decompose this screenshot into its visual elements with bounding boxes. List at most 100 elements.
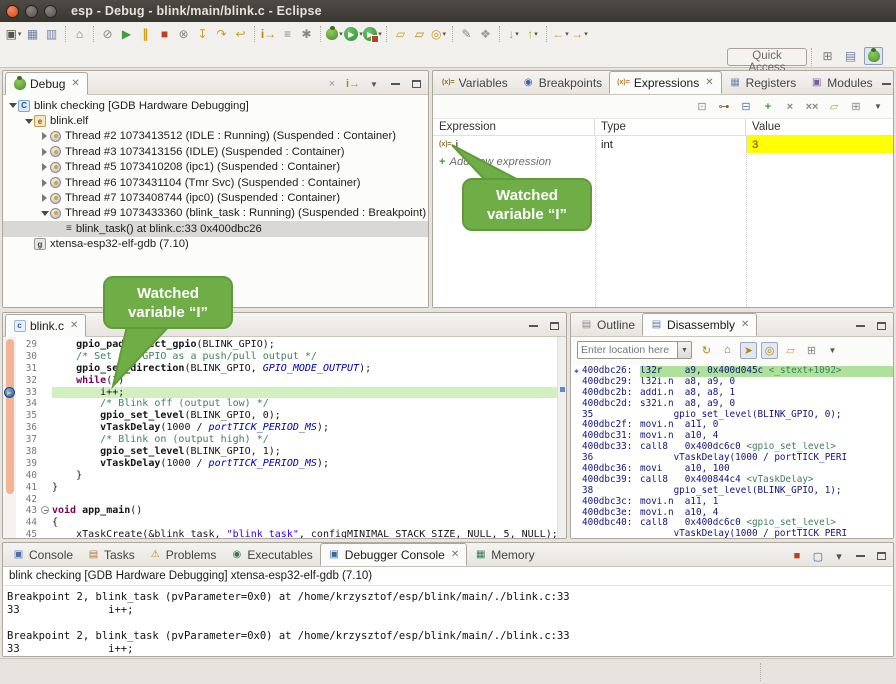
disassembly-line[interactable]: 400dbc39:call8 0x400844c4 <vTaskDelay> xyxy=(571,475,893,486)
disassembly-line[interactable]: 400dbc40:call8 0x400dc6c0 <gpio_set_leve… xyxy=(571,518,893,529)
refresh-icon[interactable]: ↻ xyxy=(698,342,715,359)
track-expression-icon[interactable]: ➤ xyxy=(740,342,757,359)
previous-annotation-icon[interactable]: ↑▾ xyxy=(523,25,542,43)
editor-marker-ruler[interactable] xyxy=(3,337,16,538)
external-tools-icon[interactable]: ▶▾ xyxy=(363,25,382,43)
remove-expression-icon[interactable]: × xyxy=(783,100,797,114)
quick-access-button[interactable]: Quick Access xyxy=(727,48,807,66)
forward-icon[interactable]: →▾ xyxy=(570,25,589,43)
code-line[interactable]: 37 /* Blink on (output high) */ xyxy=(16,434,557,446)
debug-tree-item[interactable]: Thread #9 1073433360 (blink_task : Runni… xyxy=(3,206,428,221)
line-number[interactable]: 29 xyxy=(16,339,40,351)
line-number[interactable]: 33 xyxy=(16,387,40,399)
tab-expressions[interactable]: (x)=Expressions✕ xyxy=(609,71,721,94)
debug-tree-item[interactable]: Thread #7 1073408744 (ipc0) (Suspended :… xyxy=(3,190,428,205)
fold-collapse-icon[interactable] xyxy=(41,506,49,514)
disassembly-listing[interactable]: ◆400dbc26:l32r a9, 0x400d045c <_stext+10… xyxy=(571,365,893,538)
tab-debugger-console[interactable]: ▣Debugger Console✕ xyxy=(320,543,467,566)
tab-memory[interactable]: ▦Memory xyxy=(467,543,541,566)
tab-close-icon[interactable]: ✕ xyxy=(71,79,79,89)
disassembly-line[interactable]: vTaskDelay(1000 / portTICK_PERI xyxy=(571,529,893,538)
tab-outline[interactable]: ▤Outline xyxy=(573,313,642,336)
step-over-icon[interactable]: ↷ xyxy=(212,25,231,43)
code-line[interactable]: 36 vTaskDelay(1000 / portTICK_PERIOD_MS)… xyxy=(16,422,557,434)
resume-icon[interactable]: ▶ xyxy=(117,25,136,43)
link-view-icon[interactable]: ⊞ xyxy=(803,342,820,359)
line-number[interactable]: 43 xyxy=(16,505,40,517)
debug-tree-item[interactable]: Thread #6 1073431104 (Tmr Svc) (Suspende… xyxy=(3,175,428,190)
line-number[interactable]: 36 xyxy=(16,422,40,434)
code-line[interactable]: 45 xTaskCreate(&blink_task, "blink_task"… xyxy=(16,529,557,538)
instruction-stepping-icon[interactable]: i→ xyxy=(346,77,360,91)
column-header-type[interactable]: Type xyxy=(595,119,746,135)
tab-blink-c[interactable]: cblink.c✕ xyxy=(5,314,86,337)
remove-all-expressions-icon[interactable]: ×× xyxy=(805,100,819,114)
tab-problems[interactable]: ⚠Problems xyxy=(142,543,224,566)
line-number[interactable]: 39 xyxy=(16,458,40,470)
tree-expander-icon[interactable] xyxy=(39,163,50,171)
add-expression-icon[interactable]: + xyxy=(761,100,775,114)
line-number[interactable]: 40 xyxy=(16,470,40,482)
tree-expander-icon[interactable] xyxy=(23,119,34,124)
build-all-icon[interactable]: ⌂ xyxy=(70,25,89,43)
overview-ruler[interactable] xyxy=(557,337,566,538)
tab-close-icon[interactable]: ✕ xyxy=(705,78,713,88)
save-all-icon[interactable]: ▥ xyxy=(42,25,61,43)
tree-expander-icon[interactable] xyxy=(39,179,50,187)
line-number[interactable]: 34 xyxy=(16,398,40,410)
window-minimize-button[interactable] xyxy=(25,5,38,18)
console-output[interactable]: Breakpoint 2, blink_task (pvParameter=0x… xyxy=(3,586,893,656)
terminate-icon[interactable]: ■ xyxy=(155,25,174,43)
instruction-stepping-icon[interactable]: i→ xyxy=(259,25,278,43)
back-icon[interactable]: ←▾ xyxy=(551,25,570,43)
location-dropdown-icon[interactable]: ▼ xyxy=(677,341,692,359)
debug-icon[interactable]: ▾ xyxy=(325,25,344,43)
disassembly-line[interactable]: 400dbc2d:s32i.n a8, a9, 0 xyxy=(571,399,893,410)
step-into-icon[interactable]: ↧ xyxy=(193,25,212,43)
view-menu-icon[interactable]: ▼ xyxy=(367,77,381,91)
tab-console[interactable]: ▣Console xyxy=(5,543,80,566)
open-type-icon[interactable]: ▱ xyxy=(391,25,410,43)
line-number[interactable]: 45 xyxy=(16,529,40,538)
tab-debug[interactable]: Debug✕ xyxy=(5,72,88,95)
tab-disassembly[interactable]: ▤Disassembly✕ xyxy=(642,313,757,336)
cpp-perspective-icon[interactable]: ▤ xyxy=(841,47,860,65)
line-number[interactable]: 30 xyxy=(16,351,40,363)
debug-tree-item[interactable]: eblink.elf xyxy=(3,113,428,128)
home-icon[interactable]: ⌂ xyxy=(719,342,736,359)
debug-tree-item[interactable]: gxtensa-esp32-elf-gdb (7.10) xyxy=(3,237,428,252)
edit-source-lookup-icon[interactable]: ≡ xyxy=(278,25,297,43)
show-type-names-icon[interactable]: ⊡ xyxy=(695,100,709,114)
tree-expander-icon[interactable] xyxy=(39,211,50,216)
minimize-icon[interactable] xyxy=(853,319,867,333)
column-header-expression[interactable]: Expression xyxy=(433,119,595,135)
tab-tasks[interactable]: ▤Tasks xyxy=(80,543,142,566)
debug-tree-item[interactable]: Thread #3 1073413156 (IDLE) (Suspended :… xyxy=(3,144,428,159)
new-view-icon[interactable]: ▱ xyxy=(827,100,841,114)
maximize-icon[interactable] xyxy=(874,549,888,563)
tab-executables[interactable]: ◉Executables xyxy=(223,543,319,566)
window-close-button[interactable] xyxy=(6,5,19,18)
show-logical-structure-icon[interactable]: ⊶ xyxy=(717,100,731,114)
use-step-filters-icon[interactable]: ✱ xyxy=(297,25,316,43)
disassembly-line[interactable]: 400dbc3c:movi.n a11, 1 xyxy=(571,497,893,508)
tree-expander-icon[interactable] xyxy=(39,194,50,202)
maximize-icon[interactable] xyxy=(874,319,888,333)
tab-close-icon[interactable]: ✕ xyxy=(741,320,749,330)
tree-expander-icon[interactable] xyxy=(7,103,18,108)
display-selected-console-icon[interactable]: ▢ xyxy=(811,549,825,563)
open-resource-icon[interactable]: ▱ xyxy=(410,25,429,43)
code-line[interactable]: 42 xyxy=(16,494,557,506)
minimize-icon[interactable] xyxy=(853,549,867,563)
new-wizard-icon[interactable]: ▣▾ xyxy=(4,25,23,43)
debug-tree-item[interactable]: Thread #2 1073413512 (IDLE : Running) (S… xyxy=(3,129,428,144)
terminate-icon[interactable]: ■ xyxy=(790,549,804,563)
debug-tree-item[interactable]: ≡blink_task() at blink.c:33 0x400dbc26 xyxy=(3,221,428,236)
next-annotation-icon[interactable]: ↓▾ xyxy=(504,25,523,43)
save-icon[interactable]: ▦ xyxy=(23,25,42,43)
disconnect-icon[interactable]: ⊗ xyxy=(174,25,193,43)
tree-expander-icon[interactable] xyxy=(39,148,50,156)
mark-occurrences-icon[interactable]: ✎ xyxy=(457,25,476,43)
debug-perspective-icon[interactable] xyxy=(864,47,883,65)
disassembly-line[interactable]: 400dbc33:call8 0x400dc6c0 <gpio_set_leve… xyxy=(571,442,893,453)
